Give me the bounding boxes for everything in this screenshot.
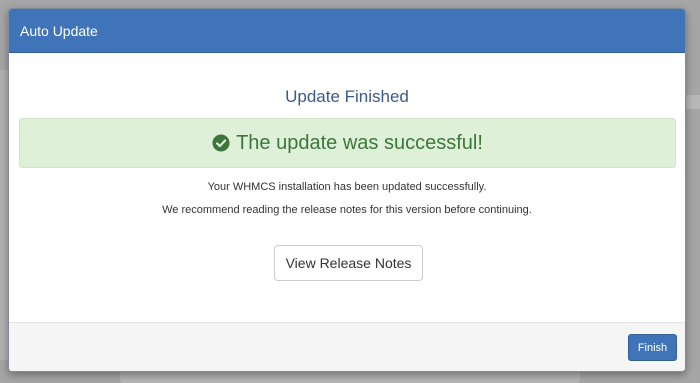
dialog-body: Update Finished The update was successfu… — [9, 53, 685, 321]
success-alert-text: The update was successful! — [236, 131, 483, 154]
backdrop-panel-left — [0, 70, 8, 360]
dialog-title: Auto Update — [20, 22, 98, 39]
update-message-line-2: We recommend reading the release notes f… — [162, 204, 532, 216]
update-status-heading: Update Finished — [285, 87, 409, 106]
update-message-line-1: Your WHMCS installation has been updated… — [207, 181, 487, 193]
check-circle-icon — [212, 134, 230, 152]
auto-update-dialog: Auto Update Update Finished The update w… — [8, 8, 686, 372]
dialog-header: Auto Update — [9, 9, 685, 53]
finish-button[interactable]: Finish — [628, 334, 677, 361]
backdrop-panel-right — [686, 95, 700, 109]
dialog-footer: Finish — [9, 322, 685, 371]
success-alert: The update was successful! — [19, 118, 676, 168]
view-release-notes-button[interactable]: View Release Notes — [274, 245, 423, 281]
